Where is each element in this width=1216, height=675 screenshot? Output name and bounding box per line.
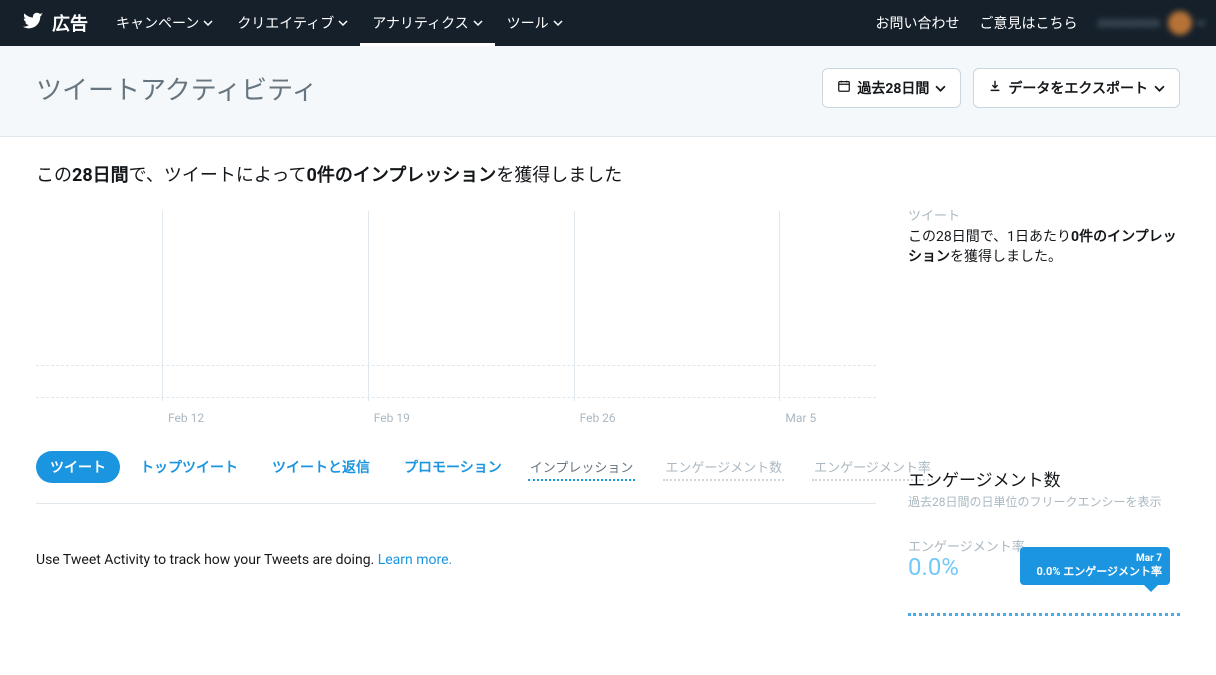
date-range-button[interactable]: 過去28日間 [822,68,961,108]
chevron-down-icon [203,18,213,28]
tooltip-value: 0.0% エンゲージメント率 [1028,565,1162,579]
nav-item-campaigns[interactable]: キャンペーン [104,0,225,46]
side-engagement-block: エンゲージメント数 過去28日間の日単位のフリークエンシーを表示 エンゲージメン… [908,466,1180,619]
tooltip-date: Mar 7 [1028,552,1162,565]
footer-note: Use Tweet Activity to track how your Twe… [36,552,876,568]
chart-x-label: Feb 19 [374,411,410,425]
chart-x-label: Feb 26 [580,411,616,425]
user-name: xxxxxxxxx [1097,15,1160,31]
metric-tab-engagements[interactable]: エンゲージメント数 [663,453,784,481]
side-tweet-label: ツイート [908,205,1180,224]
engagement-subtitle: 過去28日間の日単位のフリークエンシーを表示 [908,493,1180,510]
tab-promoted[interactable]: プロモーション [390,451,516,483]
avatar [1168,11,1192,35]
tab-tweets[interactable]: ツイート [36,451,120,483]
chart-x-label: Feb 12 [168,411,204,425]
chevron-down-icon [1196,18,1206,28]
top-nav: 広告 キャンペーン クリエイティブ アナリティクス ツール お問い合わせ ご意見… [0,0,1216,46]
impressions-headline: この28日間で、ツイートによって0件のインプレッションを獲得しました [36,161,1180,187]
nav-item-label: クリエイティブ [237,13,334,33]
page-title: ツイートアクティビティ [36,70,318,107]
chart-x-label: Mar 5 [785,411,816,425]
divider [36,503,876,504]
chevron-down-icon [553,18,563,28]
nav-link-contact[interactable]: お問い合わせ [865,13,969,33]
footer-text: Use Tweet Activity to track how your Twe… [36,552,378,568]
engagement-sparkline [908,613,1180,619]
chevron-down-icon [473,18,483,28]
nav-item-label: ツール [507,13,549,33]
brand-label: 広告 [52,10,88,36]
tabs-row: ツイート トップツイート ツイートと返信 プロモーション インプレッション エン… [36,441,876,489]
chevron-down-icon [935,83,946,94]
tab-top-tweets[interactable]: トップツイート [126,451,252,483]
tab-tweets-replies[interactable]: ツイートと返信 [258,451,384,483]
export-data-button[interactable]: データをエクスポート [973,68,1180,108]
nav-item-creatives[interactable]: クリエイティブ [225,0,360,46]
chevron-down-icon [338,18,348,28]
calendar-icon [837,79,851,97]
nav-menu: キャンペーン クリエイティブ アナリティクス ツール [104,0,575,46]
side-tweet-block: ツイート この28日間で、1日あたり0件のインプレッションを獲得しました。 [908,205,1180,266]
side-tweet-text: この28日間で、1日あたり0件のインプレッションを獲得しました。 [908,226,1180,266]
impressions-chart: Feb 12 Feb 19 Feb 26 Mar 5 [36,211,876,431]
metric-tab-impressions[interactable]: インプレッション [528,453,636,481]
chevron-down-icon [1154,83,1165,94]
nav-right: お問い合わせ ご意見はこちら xxxxxxxxx [865,11,1206,35]
engagement-title: エンゲージメント数 [908,466,1180,491]
download-icon [988,79,1002,97]
nav-item-analytics[interactable]: アナリティクス [360,0,494,46]
user-menu[interactable]: xxxxxxxxx [1097,11,1206,35]
twitter-bird-icon [22,10,44,36]
subheader: ツイートアクティビティ 過去28日間 データをエクスポート [0,46,1216,137]
export-label: データをエクスポート [1008,78,1148,98]
chart-tooltip: Mar 7 0.0% エンゲージメント率 [1020,547,1170,585]
content-area: この28日間で、ツイートによって0件のインプレッションを獲得しました Feb 1… [0,137,1216,643]
nav-item-label: アナリティクス [372,13,468,33]
nav-link-feedback[interactable]: ご意見はこちら [969,13,1087,33]
date-range-label: 過去28日間 [857,78,929,98]
nav-item-tools[interactable]: ツール [495,0,575,46]
learn-more-link[interactable]: Learn more. [378,552,453,568]
nav-item-label: キャンペーン [116,13,199,33]
